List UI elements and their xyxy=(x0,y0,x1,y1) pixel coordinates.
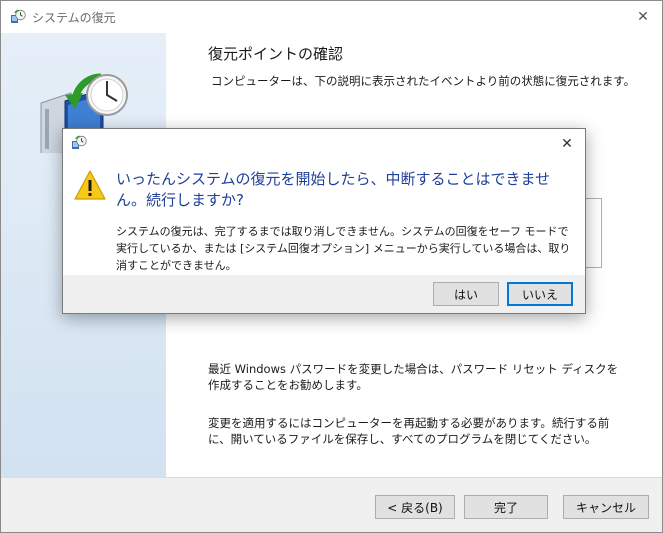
finish-button[interactable]: 完了 xyxy=(464,495,548,519)
no-button[interactable]: いいえ xyxy=(507,282,573,306)
system-restore-icon xyxy=(11,9,26,23)
yes-button[interactable]: はい xyxy=(433,282,499,306)
dialog-close-button[interactable]: ✕ xyxy=(555,133,579,155)
dialog-main-instruction: いったんシステムの復元を開始したら、中断することはできません。続行しますか? xyxy=(116,170,551,209)
back-button[interactable]: < 戻る(B) xyxy=(375,495,455,519)
confirmation-dialog: ✕ いったんシステムの復元を開始したら、中断することはできません。続行しますか?… xyxy=(62,128,586,314)
dialog-footer: はい いいえ xyxy=(63,275,585,313)
window-title: システムの復元 xyxy=(32,11,116,25)
warning-icon xyxy=(74,170,106,200)
close-icon: ✕ xyxy=(561,136,573,152)
page-description: コンピューターは、下の説明に表示されたイベントより前の状態に復元されます。 xyxy=(211,74,636,88)
title-bar: システムの復元 ✕ xyxy=(1,1,662,33)
window-close-button[interactable]: ✕ xyxy=(630,5,656,29)
dialog-content-text: システムの復元は、完了するまでは取り消しできません。システムの回復をセーフ モー… xyxy=(116,225,571,272)
system-restore-icon xyxy=(72,135,87,149)
cancel-button[interactable]: キャンセル xyxy=(563,495,649,519)
dialog-title-bar: ✕ xyxy=(63,129,585,159)
close-icon: ✕ xyxy=(637,9,649,25)
page-title: 復元ポイントの確認 xyxy=(208,45,344,63)
wizard-footer: < 戻る(B) 完了 キャンセル xyxy=(1,477,662,532)
restart-note: 変更を適用するにはコンピューターを再起動する必要があります。続行する前に、開いて… xyxy=(208,416,610,446)
password-note: 最近 Windows パスワードを変更した場合は、パスワード リセット ディスク… xyxy=(208,362,619,392)
